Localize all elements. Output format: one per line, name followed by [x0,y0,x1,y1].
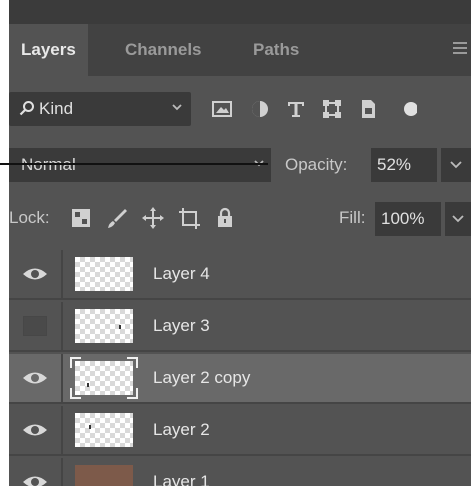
opacity-label: Opacity: [285,155,348,174]
chevron-down-icon [172,104,182,111]
opacity-dropdown-button[interactable] [441,148,471,182]
image-filter-icon[interactable] [211,98,233,120]
filter-toggle-icon[interactable] [395,98,417,120]
layer-thumbnail [75,413,133,447]
layer-name: Layer 1 [153,472,210,486]
visibility-toggle[interactable] [9,302,63,350]
layer-name: Layer 2 [153,420,210,439]
layer-name: Layer 4 [153,264,210,283]
visibility-toggle[interactable] [9,250,63,298]
smart-object-filter-icon[interactable] [357,98,379,120]
shape-filter-icon[interactable] [321,98,343,120]
callout-line [0,163,268,165]
layer-thumbnail [75,257,133,291]
fill-input[interactable]: 100% [375,202,441,236]
panel-tabs: Layers Channels Paths [9,24,471,76]
layer-row[interactable]: Layer 3 [9,302,471,352]
layer-row[interactable]: Layer 4 [9,250,471,300]
layer-thumbnail [75,361,133,395]
blend-row: Normal Opacity: 52% [9,146,471,184]
lock-label: Lock: [9,208,50,227]
lock-position-icon[interactable] [141,206,165,230]
panel-title-bar[interactable] [9,0,471,24]
eye-icon [23,372,47,384]
adjustment-filter-icon[interactable] [249,98,271,120]
eye-icon [23,476,47,486]
layer-name: Layer 3 [153,316,210,335]
visibility-toggle[interactable] [9,458,63,486]
visibility-toggle[interactable] [9,406,63,454]
blend-mode-label: Normal [21,155,76,175]
chevron-down-icon [452,215,464,223]
hidden-visibility-icon [23,316,47,336]
type-filter-icon[interactable] [285,98,307,120]
layer-thumbnail [75,309,133,343]
tab-layers[interactable]: Layers [9,24,88,76]
fill-dropdown-button[interactable] [445,202,471,236]
lock-row: Lock: Fill: 100% [9,196,471,242]
lock-image-pixels-icon[interactable] [105,206,129,230]
tab-paths[interactable]: Paths [253,24,299,76]
visibility-toggle[interactable] [9,354,63,402]
filter-kind-label: Kind [39,99,74,118]
opacity-input[interactable]: 52% [371,148,437,182]
lock-transparent-pixels-icon[interactable] [69,206,93,230]
lock-artboard-icon[interactable] [177,206,201,230]
layers-panel: Layers Channels Paths Kind Opacity: 52% … [9,0,471,486]
layer-name: Layer 2 copy [153,368,251,387]
layer-row[interactable]: Layer 2 [9,406,471,456]
filter-kind-select[interactable]: Kind [9,92,191,126]
eye-icon [23,424,47,436]
layer-thumbnail [75,465,133,486]
fill-label: Fill: [339,208,366,227]
chevron-down-icon [450,161,462,169]
tab-channels[interactable]: Channels [125,24,202,76]
lock-all-icon[interactable] [213,206,237,230]
blend-mode-select[interactable]: Normal [9,148,271,182]
filter-row: Kind [9,88,471,130]
eye-icon [23,268,47,280]
layer-row-selected[interactable]: Layer 2 copy [9,354,471,404]
search-icon [19,101,34,116]
layer-row[interactable]: Layer 1 [9,458,471,486]
panel-menu-icon[interactable] [453,42,467,56]
